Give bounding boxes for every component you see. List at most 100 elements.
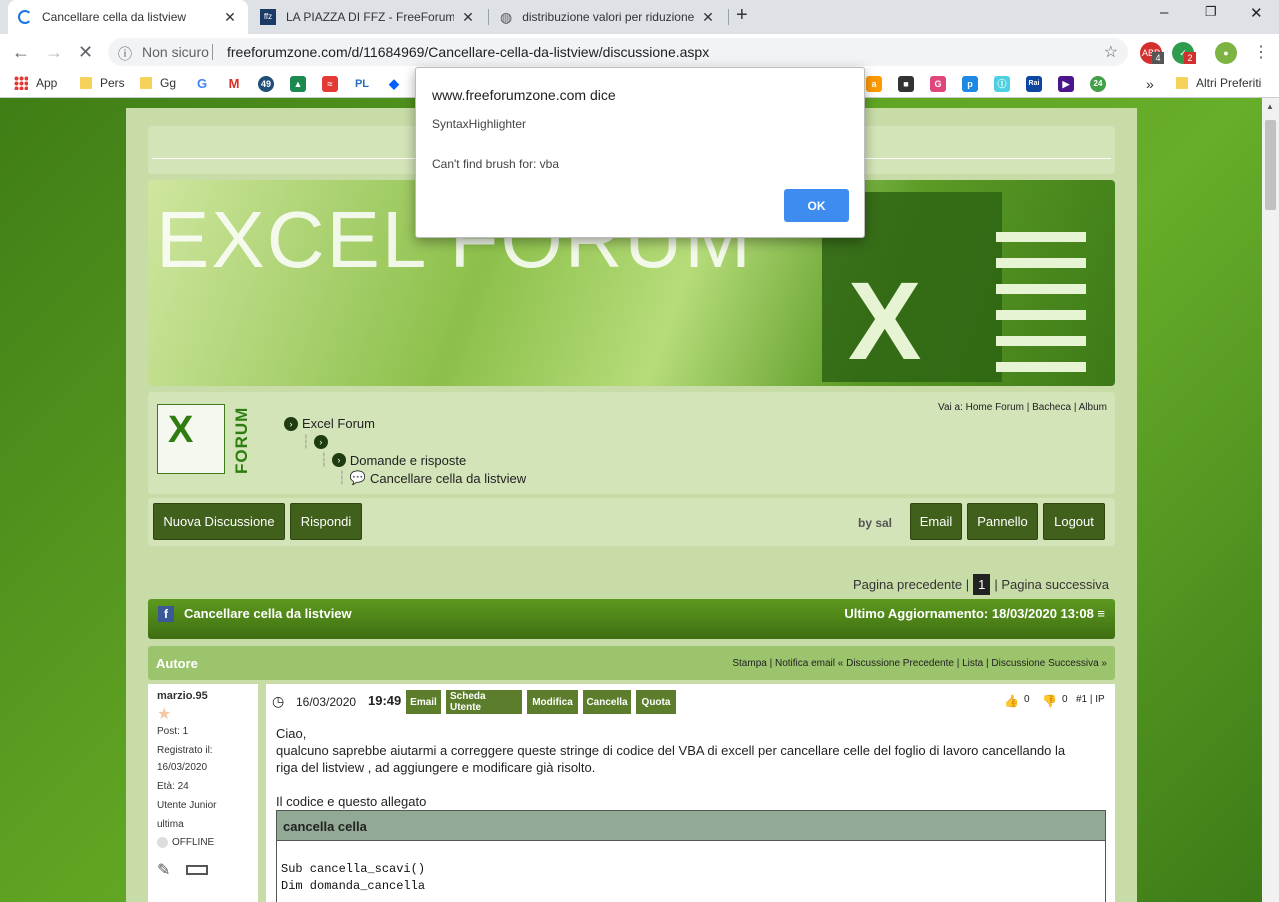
menu-icon[interactable]: ⋮: [1253, 42, 1269, 62]
close-tab-icon[interactable]: ✕: [700, 9, 716, 26]
scroll-thumb[interactable]: [1265, 120, 1276, 210]
forum-vertical-label: FORUM: [232, 406, 251, 474]
ok-button[interactable]: OK: [784, 189, 849, 222]
author-panel: marzio.95 ★ Post: 1 Registrato il: 16/03…: [148, 684, 258, 902]
tab-cancellare[interactable]: Cancellare cella da listview ✕: [8, 0, 248, 34]
bookmark-gmail[interactable]: M: [226, 76, 242, 92]
current-page[interactable]: 1: [973, 574, 991, 595]
quick-links[interactable]: Vai a: Home Forum | Bacheca | Album: [938, 402, 1107, 413]
breadcrumb-excel-forum[interactable]: › Excel Forum: [284, 416, 375, 431]
forward-icon[interactable]: →: [45, 42, 63, 63]
address-bar[interactable]: ⓘ Non sicuro freeforumzone.com/d/1168496…: [108, 38, 1128, 66]
bookmark-dropbox[interactable]: ◆: [386, 76, 402, 92]
breadcrumb-empty[interactable]: ┆ ›: [302, 434, 332, 450]
bookmark-star-icon[interactable]: ☆: [1104, 42, 1118, 62]
tab-piazza[interactable]: ffz LA PIAZZA DI FFZ - FreeForumZo ✕: [250, 0, 486, 34]
bookmark-24[interactable]: 24: [1090, 76, 1106, 92]
author-header: Autore Stampa | Notifica email « Discuss…: [148, 646, 1115, 680]
thread-links[interactable]: Stampa | Notifica email « Discussione Pr…: [732, 658, 1107, 669]
apps-grid-icon: [14, 76, 28, 90]
scroll-up-icon[interactable]: ▲: [1266, 102, 1274, 111]
new-discussion-button[interactable]: Nuova Discussione: [153, 503, 285, 540]
maximize-button[interactable]: ❐: [1205, 4, 1217, 20]
bookmark-rai[interactable]: Rai: [1026, 76, 1042, 92]
breadcrumb-domande[interactable]: ┆ › Domande e risposte: [320, 452, 466, 468]
adblock-badge: 4: [1152, 52, 1164, 64]
bookmark-pl[interactable]: PL: [354, 76, 370, 92]
close-tab-icon[interactable]: ✕: [222, 9, 238, 26]
clock-icon: ◷: [272, 693, 285, 709]
bookmark-play[interactable]: ▶: [1058, 76, 1074, 92]
panel-button[interactable]: Pannello: [967, 503, 1038, 540]
bookmark-g-pink[interactable]: G: [930, 76, 946, 92]
author-status: OFFLINE: [157, 837, 214, 848]
delete-button[interactable]: Cancella: [583, 690, 631, 714]
logo-x: X: [168, 409, 194, 451]
apps-bookmark[interactable]: App: [14, 76, 57, 90]
quote-button[interactable]: Quota: [636, 690, 676, 714]
back-icon[interactable]: ←: [12, 42, 30, 63]
adblock-extension-icon[interactable]: ABP 4: [1140, 42, 1164, 64]
author-name[interactable]: marzio.95: [157, 690, 208, 702]
bookmark-google[interactable]: G: [194, 76, 210, 92]
amazon-icon: a: [866, 76, 882, 92]
post-email-button[interactable]: Email: [406, 690, 441, 714]
code-title: cancella cella: [277, 811, 1105, 841]
minimize-button[interactable]: –: [1160, 4, 1168, 21]
post-line-2: qualcuno saprebbe aiutarmi a correggere …: [276, 743, 1066, 758]
folder-icon: [80, 77, 92, 89]
next-page-link[interactable]: | Pagina successiva: [994, 577, 1109, 592]
edit-button[interactable]: Modifica: [527, 690, 578, 714]
bookmark-pers[interactable]: Pers: [80, 76, 125, 90]
bookmark-cyan[interactable]: Ⓘ: [994, 76, 1010, 92]
author-posts: Post: 1: [157, 726, 189, 737]
facebook-icon[interactable]: f: [158, 606, 174, 622]
more-bookmarks-button[interactable]: »: [1146, 76, 1154, 92]
last-updated[interactable]: Ultimo Aggiornamento: 18/03/2020 13:08 ≡: [844, 606, 1105, 621]
stop-icon[interactable]: ✕: [78, 42, 93, 63]
breadcrumb-label: Domande e risposte: [349, 452, 467, 468]
play-icon: ▶: [1058, 76, 1074, 92]
post-number[interactable]: #1 | IP: [1076, 694, 1105, 705]
registered-date: 16/03/2020: [157, 762, 208, 773]
user-card-button[interactable]: Scheda Utente: [446, 690, 522, 714]
bookmark-dark[interactable]: ■: [898, 76, 914, 92]
profile-avatar[interactable]: ●: [1215, 42, 1237, 64]
reply-button[interactable]: Rispondi: [290, 503, 362, 540]
shield-extension-icon[interactable]: ✓ 2: [1172, 42, 1196, 64]
url-text[interactable]: freeforumzone.com/d/11684969/Cancellare-…: [227, 44, 709, 60]
by-user-label: by sal: [858, 516, 893, 530]
excel-x-icon: X: [848, 260, 922, 383]
logout-button[interactable]: Logout: [1043, 503, 1105, 540]
browser-toolbar: ← → ✕ ⓘ Non sicuro freeforumzone.com/d/1…: [0, 34, 1279, 70]
forum-logo[interactable]: X: [157, 404, 225, 474]
bookmark-amazon[interactable]: a: [866, 76, 882, 92]
bookmark-gg[interactable]: Gg: [140, 76, 176, 90]
new-tab-button[interactable]: +: [736, 4, 748, 27]
close-window-button[interactable]: ✕: [1250, 4, 1263, 22]
close-tab-icon[interactable]: ✕: [460, 9, 476, 26]
like-icon[interactable]: 👍: [1004, 694, 1019, 708]
breadcrumb-label: Excel Forum: [302, 416, 375, 431]
page-scrollbar[interactable]: ▲: [1262, 98, 1279, 902]
tab-title: distribuzione valori per riduzione: [522, 10, 694, 24]
bookmark-wave[interactable]: ≈: [322, 76, 338, 92]
pagination: Pagina precedente | 1 | Pagina successiv…: [853, 574, 1109, 595]
bookmark-p[interactable]: p: [962, 76, 978, 92]
email-button[interactable]: Email: [910, 503, 962, 540]
code-content[interactable]: Sub cancella_scavi() Dim domanda_cancell…: [277, 841, 1105, 895]
loading-icon: [18, 10, 32, 24]
prev-page-link[interactable]: Pagina precedente |: [853, 577, 969, 592]
tab-divider: [728, 9, 729, 25]
bookmark-49[interactable]: 49: [258, 76, 274, 92]
tab-title: LA PIAZZA DI FFZ - FreeForumZo: [286, 10, 454, 24]
tab-distribuzione[interactable]: ◍ distribuzione valori per riduzione ✕: [490, 0, 726, 34]
bookmark-label: Pers: [100, 76, 125, 90]
breadcrumb-current: ┆ 💬 Cancellare cella da listview: [338, 470, 527, 486]
info-icon[interactable]: ⓘ: [118, 44, 132, 64]
dislike-icon[interactable]: 👎: [1042, 694, 1057, 708]
action-bar: Nuova Discussione Rispondi by sal Email …: [148, 498, 1115, 546]
author-level: Utente Junior: [157, 800, 217, 811]
bookmark-altri[interactable]: Altri Preferiti: [1176, 76, 1261, 90]
bookmark-green[interactable]: ▲: [290, 76, 306, 92]
